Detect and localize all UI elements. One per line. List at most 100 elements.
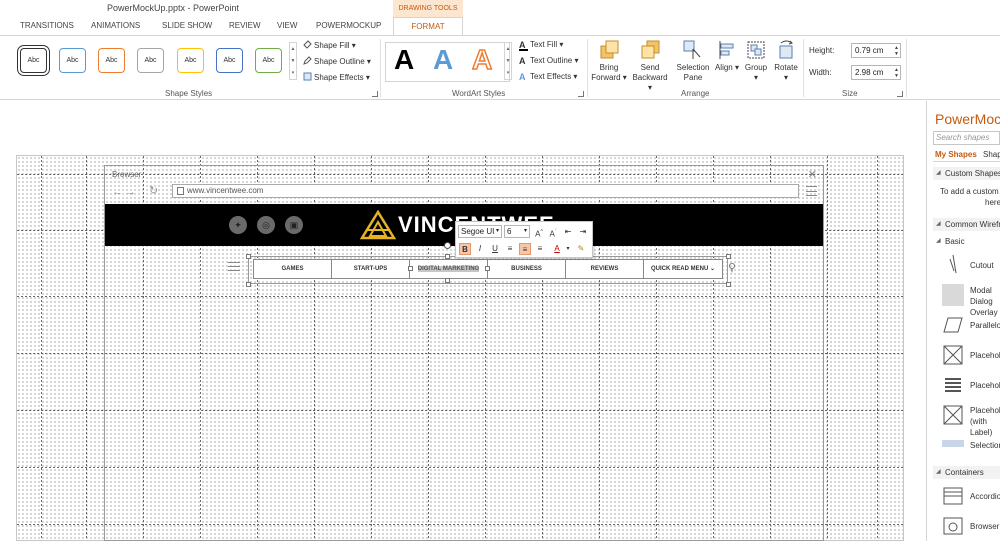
shape-item-cutout[interactable]: Cutout [970,260,994,271]
shape-style-1[interactable]: Abc [17,45,50,76]
font-size-field[interactable]: 6 ▾ [504,225,530,238]
shape-item-modal-overlay[interactable]: Modal Dialog Overlay [970,285,1000,318]
shape-outline-button[interactable]: Shape Outline ▾ [303,56,371,66]
document-title: PowerMockUp.pptx - PowerPoint [107,3,240,13]
shape-item-selection[interactable]: Selection [970,440,1000,451]
shape-item-placeholder-label[interactable]: Placeholder (with Label) [970,405,1000,438]
shape-fill-button[interactable]: Shape Fill ▾ [303,40,356,50]
size-launcher-icon[interactable] [897,91,903,97]
resize-handle[interactable] [246,254,251,259]
decrease-indent-icon[interactable]: ⇤ [562,226,574,238]
align-right-icon[interactable]: ≡ [534,243,546,255]
rotate-button[interactable]: Rotate ▾ [772,39,800,83]
hamburger-icon[interactable] [228,262,240,271]
width-spinner[interactable]: ▲ ▼ [894,67,899,79]
shape-item-placeholder[interactable]: Placeholder [970,350,1000,361]
labeled-placeholder-icon[interactable] [942,404,964,426]
shrink-font-icon[interactable]: Aˇ [547,226,559,239]
height-spinner[interactable]: ▲ ▼ [894,45,899,57]
wordart-style-2[interactable]: A [433,44,453,76]
shape-effects-button[interactable]: Shape Effects ▾ [303,72,370,82]
tab-view[interactable]: VIEW [277,21,297,30]
resize-handle[interactable] [726,282,731,287]
increase-indent-icon[interactable]: ⇥ [577,226,589,238]
resize-handle[interactable] [246,282,251,287]
shape-item-parallelogram[interactable]: Parallelogram [970,320,1000,331]
height-field[interactable]: 0.79 cm ▲ ▼ [851,43,901,58]
text-outline-button[interactable]: A Text Outline ▾ [519,56,579,66]
parallelogram-icon[interactable] [942,314,964,336]
close-icon[interactable]: ✕ [808,168,817,181]
shape-effects-label: Shape Effects [314,73,364,82]
resize-handle[interactable] [445,254,450,259]
font-name-field[interactable]: Segoe UI ▾ [458,225,502,238]
browser-shape-icon[interactable] [942,515,964,537]
tab-transitions[interactable]: TRANSITIONS [20,21,74,30]
group-button[interactable]: Group ▾ [742,39,770,83]
basic-header[interactable]: ◢ Basic [933,235,1000,248]
shape-style-4[interactable]: Abc [137,48,164,73]
tab-format[interactable]: FORMAT [393,17,463,36]
font-color-dropdown-icon[interactable]: ▾ [562,243,574,255]
search-icon[interactable]: ⚲ [728,261,736,274]
wordart-style-3[interactable]: A [471,43,493,76]
cutout-icon[interactable] [942,253,964,275]
custom-shapes-header[interactable]: ◢ Custom Shapes [933,167,1000,180]
tab-powermockup[interactable]: POWERMOCKUP [316,21,381,30]
format-painter-icon[interactable]: ✎ [575,243,587,255]
tab-slide-show[interactable]: SLIDE SHOW [162,21,212,30]
url-bar[interactable]: www.vincentwee.com [172,184,799,198]
shape-item-browser[interactable]: Browser [970,521,999,532]
text-placeholder-icon[interactable] [942,374,964,396]
back-forward-icons[interactable]: ←→ [112,186,138,198]
wordart-style-1[interactable]: A [394,44,414,76]
shape-item-accordion[interactable]: Accordion [970,491,1000,502]
selection-shape-icon[interactable] [942,440,964,447]
tab-review[interactable]: REVIEW [229,21,261,30]
shape-style-5[interactable]: Abc [177,48,204,73]
underline-icon[interactable]: U [489,243,501,255]
shape-search-input[interactable]: Search shapes [933,131,1000,145]
resize-handle[interactable] [485,266,490,271]
text-fill-button[interactable]: A Text Fill ▾ [519,40,563,51]
twitter-icon[interactable]: ✦ [229,216,247,234]
rotate-handle-icon[interactable] [444,242,451,249]
tab-my-shapes[interactable]: My Shapes [935,150,977,159]
tab-animations[interactable]: ANIMATIONS [91,21,140,30]
shape-item-placeholder-text[interactable]: Placeholder [970,380,1000,391]
modal-overlay-icon[interactable] [942,284,964,306]
bold-icon[interactable]: B [459,243,471,255]
shape-style-6[interactable]: Abc [216,48,243,73]
shape-styles-launcher-icon[interactable] [372,91,378,97]
align-left-icon[interactable]: ≡ [504,243,516,255]
shape-style-3[interactable]: Abc [98,48,125,73]
shape-style-2[interactable]: Abc [59,48,86,73]
send-backward-button[interactable]: Send Backward ▾ [630,39,670,93]
text-effects-button[interactable]: A Text Effects ▾ [519,72,577,82]
placeholder-icon[interactable] [942,344,964,366]
resize-handle[interactable] [726,254,731,259]
menu-icon[interactable] [806,186,817,196]
bring-forward-button[interactable]: Bring Forward ▾ [591,39,627,83]
width-field[interactable]: 2.98 cm ▲ ▼ [851,65,901,80]
common-wireframe-header[interactable]: ◢ Common Wireframe [933,218,1000,231]
accordion-icon[interactable] [942,485,964,507]
refresh-icon[interactable]: ↻ [149,184,158,197]
containers-header[interactable]: ◢ Containers [933,466,1000,479]
shape-style-7[interactable]: Abc [255,48,282,73]
shape-styles-gallery-scroll[interactable]: ▲ ▼ ▾ [289,42,297,80]
text-effects-icon: A [519,72,526,82]
instagram-icon[interactable]: ◎ [257,216,275,234]
tab-shapes[interactable]: Shapes [983,150,1000,159]
selection-pane-button[interactable]: Selection Pane [674,39,712,83]
grow-font-icon[interactable]: A^ [533,226,545,239]
linkedin-icon[interactable]: ▣ [285,216,303,234]
italic-icon[interactable]: I [474,243,486,255]
align-center-icon[interactable]: ≡ [519,243,531,255]
wordart-gallery-scroll[interactable]: ▲ ▼ ▾ [504,42,512,80]
wordart-launcher-icon[interactable] [578,91,584,97]
resize-handle[interactable] [408,266,413,271]
align-button[interactable]: Align ▾ [714,39,740,73]
resize-handle[interactable] [445,278,450,283]
font-size-value: 6 [507,227,512,236]
